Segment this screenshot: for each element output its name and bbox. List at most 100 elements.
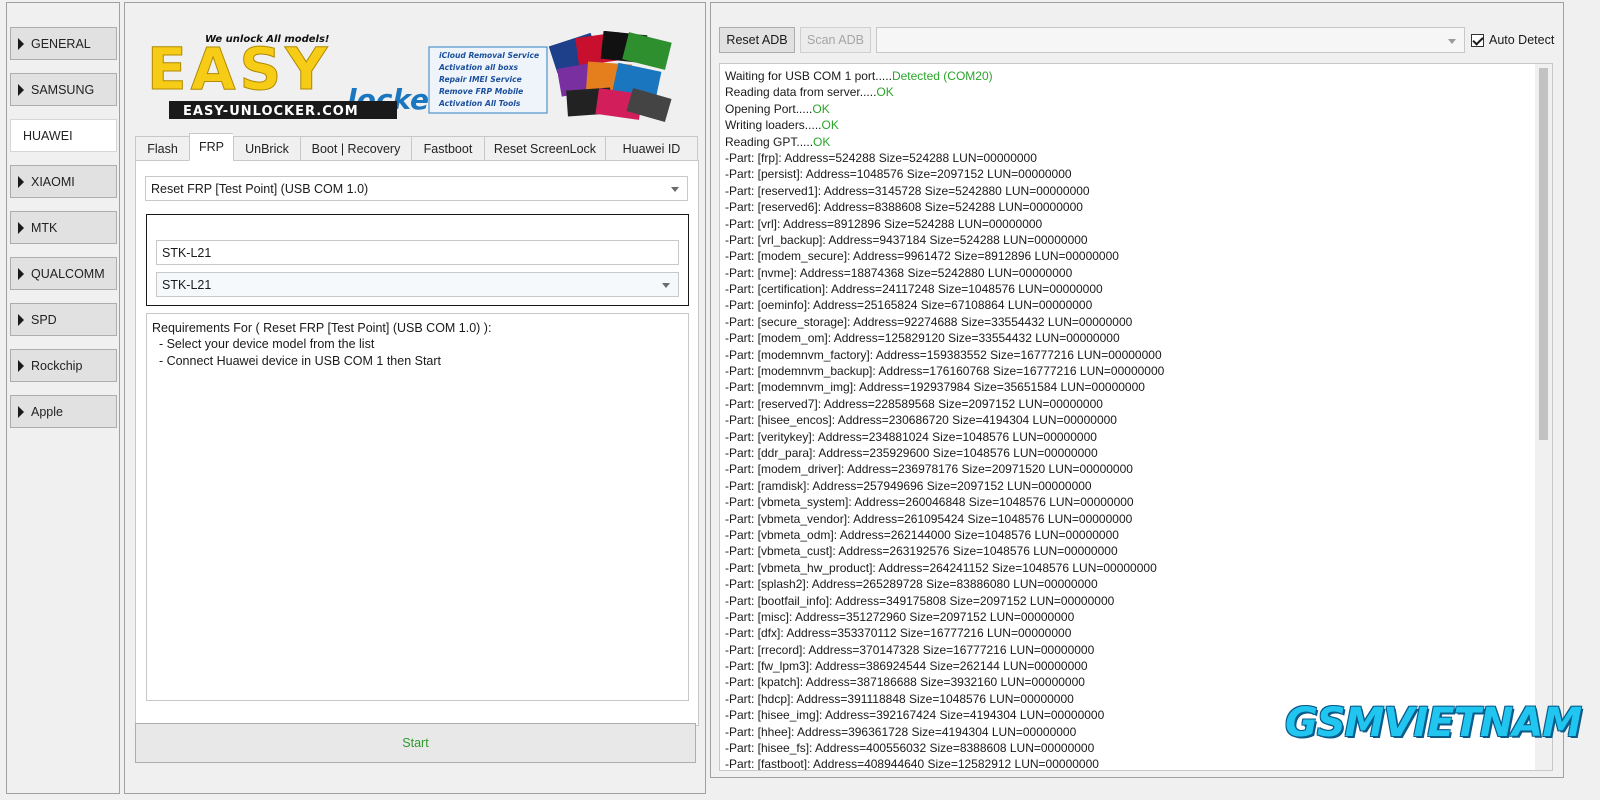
start-button[interactable]: Start	[135, 723, 696, 763]
logo-service-1: iCloud Removal Service	[439, 51, 539, 60]
chevron-down-icon	[662, 282, 670, 288]
log-text: -Part: [vbmeta_hw_product]: Address=2642…	[725, 560, 1157, 575]
tab-frp[interactable]: FRP	[189, 133, 233, 161]
log-text: -Part: [modemnvm_backup]: Address=176160…	[725, 364, 1165, 379]
log-line: -Part: [vrl]: Address=8912896 Size=52428…	[725, 216, 1532, 232]
log-text: -Part: [hisee_encos]: Address=230686720 …	[725, 413, 1117, 428]
model-group: STK-L21	[146, 214, 689, 306]
log-panel: Reset ADB Scan ADB Auto Detect Waiting f…	[710, 2, 1564, 778]
sidebar-item-xiaomi[interactable]: XIAOMI	[10, 165, 117, 198]
watermark: GSMVIETNAM	[1285, 700, 1582, 746]
log-text: -Part: [rrecord]: Address=370147328 Size…	[725, 642, 1095, 657]
reset-adb-button[interactable]: Reset ADB	[719, 27, 795, 53]
model-search-input[interactable]	[156, 240, 679, 265]
log-text: -Part: [hhee]: Address=396361728 Size=41…	[725, 724, 1077, 739]
sidebar-item-label: HUAWEI	[23, 128, 73, 143]
log-line: Waiting for USB COM 1 port.....Detected …	[725, 68, 1532, 84]
sidebar-item-label: MTK	[31, 220, 58, 235]
log-status: Detected (COM20)	[891, 69, 993, 83]
log-line: -Part: [fw_lpm3]: Address=386924544 Size…	[725, 658, 1532, 674]
sidebar-item-samsung[interactable]: SAMSUNG	[10, 73, 117, 106]
log-line: Opening Port.....OK	[725, 101, 1532, 117]
frp-method-value: Reset FRP [Test Point] (USB COM 1.0)	[151, 181, 369, 196]
port-select[interactable]	[876, 27, 1465, 53]
log-text: -Part: [persist]: Address=1048576 Size=2…	[725, 167, 1072, 182]
log-text: -Part: [frp]: Address=524288 Size=524288…	[725, 150, 1037, 165]
auto-detect-checkbox[interactable]: Auto Detect	[1471, 33, 1554, 47]
scrollbar-thumb[interactable]	[1539, 68, 1548, 440]
log-scrollbar[interactable]	[1535, 64, 1552, 770]
log-line: -Part: [kpatch]: Address=387186688 Size=…	[725, 674, 1532, 690]
log-line: -Part: [vbmeta_system]: Address=26004684…	[725, 494, 1532, 510]
play-arrow-icon	[18, 175, 24, 188]
log-line: Reading data from server.....OK	[725, 84, 1532, 100]
logo-service-3: Repair IMEI Service	[439, 75, 522, 84]
tool-cards-graphic	[548, 31, 672, 123]
scan-adb-button[interactable]: Scan ADB	[800, 27, 871, 53]
log-status: OK	[821, 118, 839, 133]
log-line: -Part: [modem_om]: Address=125829120 Siz…	[725, 330, 1532, 346]
log-text: -Part: [kpatch]: Address=387186688 Size=…	[725, 675, 1085, 690]
tab-unbrick[interactable]: UnBrick	[233, 136, 300, 161]
sidebar-item-mtk[interactable]: MTK	[10, 211, 117, 244]
log-line: -Part: [reserved1]: Address=3145728 Size…	[725, 183, 1532, 199]
log-output[interactable]: Waiting for USB COM 1 port.....Detected …	[719, 63, 1553, 771]
log-line: -Part: [modemnvm_backup]: Address=176160…	[725, 363, 1532, 379]
sidebar-item-spd[interactable]: SPD	[10, 303, 117, 336]
log-text: -Part: [nvme]: Address=18874368 Size=524…	[725, 265, 1073, 280]
play-arrow-icon	[18, 313, 24, 326]
sidebar-item-label: SAMSUNG	[31, 82, 95, 97]
sidebar-item-label: XIAOMI	[31, 174, 75, 189]
sidebar-item-apple[interactable]: Apple	[10, 395, 117, 428]
log-line: -Part: [misc]: Address=351272960 Size=20…	[725, 609, 1532, 625]
log-line: -Part: [nvme]: Address=18874368 Size=524…	[725, 265, 1532, 281]
log-line: -Part: [vbmeta_hw_product]: Address=2642…	[725, 560, 1532, 576]
brand-sidebar: GENERAL SAMSUNG HUAWEI XIAOMI MTK QUALCOMM SPD…	[6, 2, 120, 794]
log-lines: Waiting for USB COM 1 port.....Detected …	[725, 68, 1532, 770]
log-text: -Part: [vbmeta_odm]: Address=262144000 S…	[725, 527, 1119, 542]
log-text: -Part: [secure_storage]: Address=9227468…	[725, 314, 1133, 329]
play-arrow-icon	[18, 221, 24, 234]
log-line: -Part: [ramdisk]: Address=257949696 Size…	[725, 478, 1532, 494]
tab-reset-screenlock[interactable]: Reset ScreenLock	[484, 136, 605, 161]
log-status: OK	[812, 101, 830, 116]
log-line: -Part: [ddr_para]: Address=235929600 Siz…	[725, 445, 1532, 461]
tab-boot-recovery[interactable]: Boot | Recovery	[300, 136, 411, 161]
play-arrow-icon	[18, 37, 24, 50]
chevron-down-icon	[671, 186, 679, 192]
log-line: -Part: [secure_storage]: Address=9227468…	[725, 314, 1532, 330]
tab-fastboot[interactable]: Fastboot	[411, 136, 484, 161]
log-text: -Part: [hisee_img]: Address=392167424 Si…	[725, 708, 1105, 723]
play-arrow-icon	[18, 359, 24, 372]
sidebar-item-rockchip[interactable]: Rockchip	[10, 349, 117, 382]
log-text: -Part: [reserved6]: Address=8388608 Size…	[725, 200, 1083, 215]
log-text: -Part: [reserved1]: Address=3145728 Size…	[725, 183, 1090, 198]
log-line: -Part: [rrecord]: Address=370147328 Size…	[725, 642, 1532, 658]
log-line: -Part: [vrl_backup]: Address=9437184 Siz…	[725, 232, 1532, 248]
log-line: -Part: [dfx]: Address=353370112 Size=167…	[725, 625, 1532, 641]
log-text: -Part: [hdcp]: Address=391118848 Size=10…	[725, 691, 1074, 706]
tab-huawei-id[interactable]: Huawei ID	[605, 136, 698, 161]
log-line: -Part: [vbmeta_odm]: Address=262144000 S…	[725, 527, 1532, 543]
log-text: -Part: [fw_lpm3]: Address=386924544 Size…	[725, 659, 1088, 674]
log-line: -Part: [hisee_encos]: Address=230686720 …	[725, 412, 1532, 428]
play-arrow-icon	[18, 83, 24, 96]
main-panel: We unlock All models! EASY locker EASY-U…	[124, 2, 706, 794]
log-line: -Part: [bootfail_info]: Address=34917580…	[725, 593, 1532, 609]
sidebar-item-qualcomm[interactable]: QUALCOMM	[10, 257, 117, 290]
log-status: OK	[876, 85, 894, 100]
logo-url: EASY-UNLOCKER.COM	[183, 104, 359, 119]
auto-detect-label: Auto Detect	[1489, 33, 1555, 47]
model-select[interactable]: STK-L21	[156, 272, 679, 297]
sidebar-item-huawei[interactable]: HUAWEI	[10, 119, 117, 152]
log-text: -Part: [vbmeta_cust]: Address=263192576 …	[725, 544, 1118, 559]
sidebar-item-general[interactable]: GENERAL	[10, 27, 117, 60]
log-text: -Part: [misc]: Address=351272960 Size=20…	[725, 609, 1075, 624]
huawei-tabs: Flash FRP UnBrick Boot | Recovery Fastboot Re…	[135, 133, 699, 161]
checkbox-checked-icon[interactable]	[1471, 33, 1484, 47]
logo-service-5: Activation All Tools	[438, 99, 521, 108]
log-text: -Part: [modemnvm_img]: Address=192937984…	[725, 380, 1145, 395]
frp-method-select[interactable]: Reset FRP [Test Point] (USB COM 1.0)	[145, 176, 688, 201]
tab-flash[interactable]: Flash	[135, 136, 189, 161]
log-text: -Part: [hisee_fs]: Address=400556032 Siz…	[725, 741, 1095, 756]
